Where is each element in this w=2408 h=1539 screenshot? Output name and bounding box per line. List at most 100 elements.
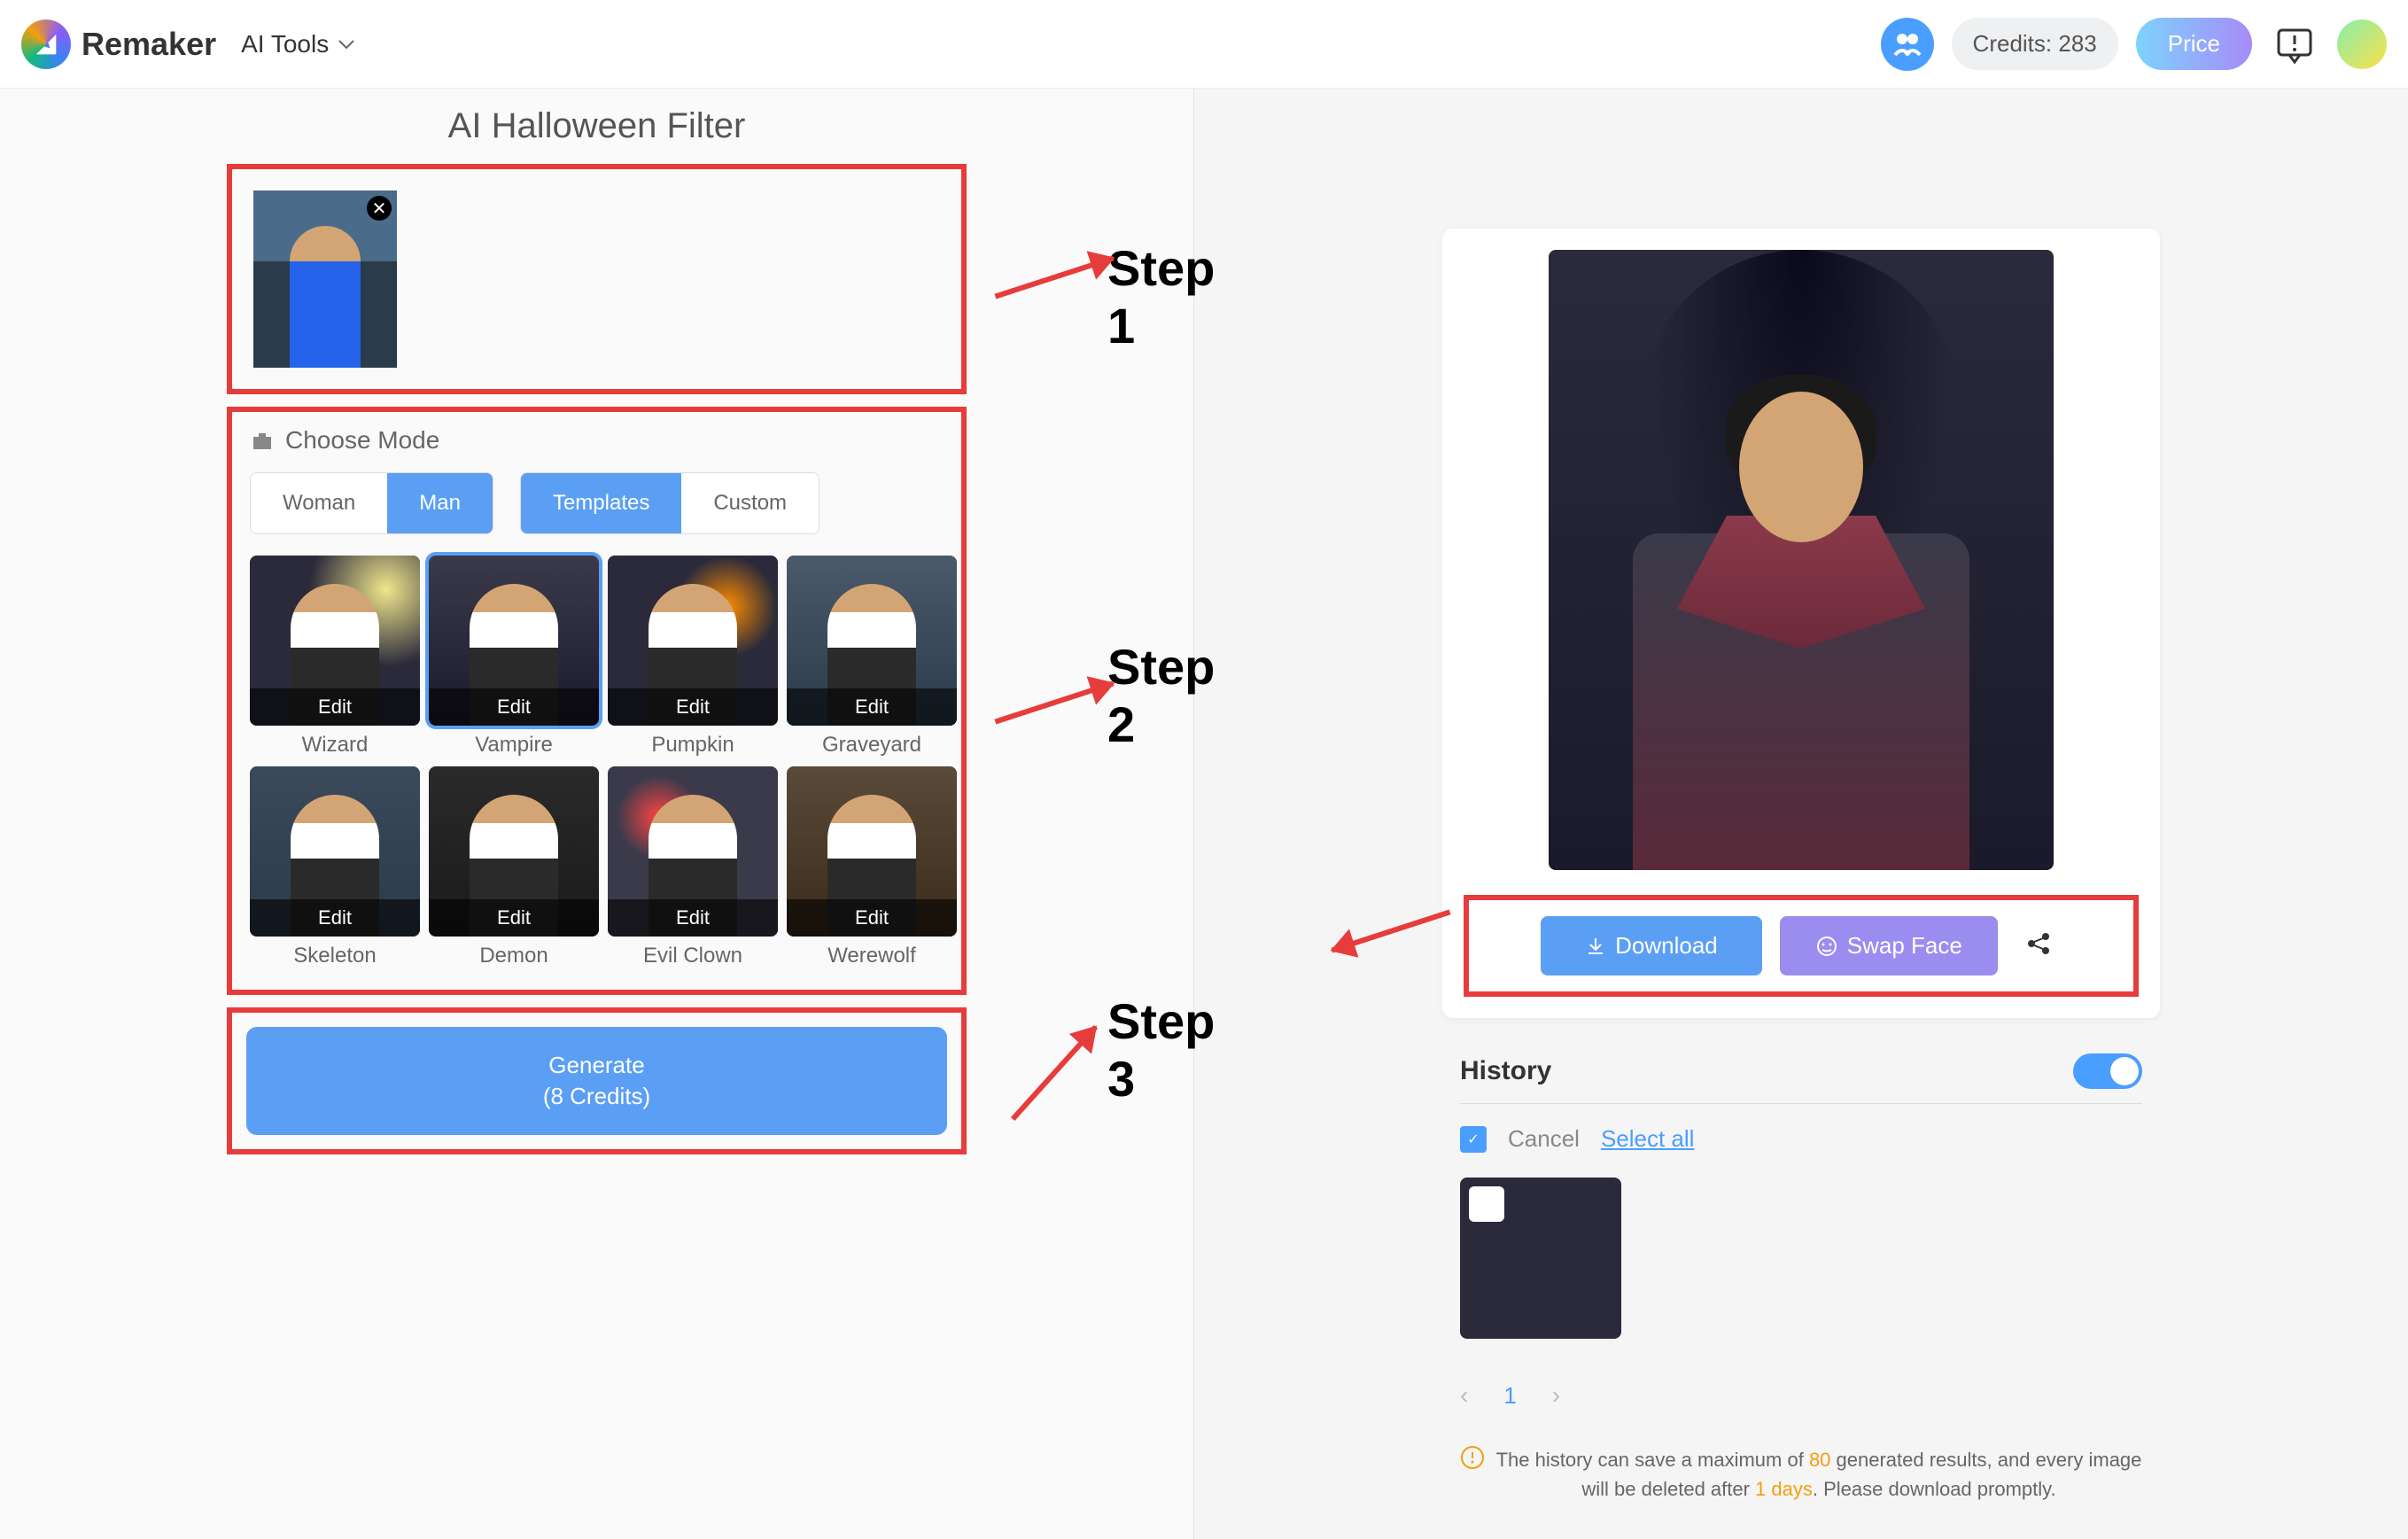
step-2-label: Step 2 xyxy=(1107,638,1215,753)
right-panel: Download Swap Face History ✓ Cancel Sele… xyxy=(1194,89,2408,1539)
template-thumb[interactable]: Edit xyxy=(787,556,957,726)
history-note: The history can save a maximum of 80 gen… xyxy=(1460,1445,2142,1504)
next-page-button[interactable]: › xyxy=(1552,1381,1560,1410)
source-tabs: Templates Custom xyxy=(520,472,819,534)
result-image[interactable] xyxy=(1549,250,2054,870)
pagination: ‹ 1 › xyxy=(1460,1381,2142,1410)
arrow-icon xyxy=(994,681,1114,725)
generate-box: Generate (8 Credits) xyxy=(232,1013,961,1149)
template-label: Demon xyxy=(479,944,548,968)
page-number[interactable]: 1 xyxy=(1503,1382,1516,1410)
tab-woman[interactable]: Woman xyxy=(251,473,387,533)
brand-name: Remaker xyxy=(82,26,216,63)
history-toggle[interactable] xyxy=(2073,1053,2142,1089)
step-1-label: Step 1 xyxy=(1107,239,1215,354)
template-label: Vampire xyxy=(475,733,553,758)
ai-tools-label: AI Tools xyxy=(241,30,329,58)
user-avatar[interactable] xyxy=(2337,19,2387,69)
swap-face-button[interactable]: Swap Face xyxy=(1780,916,1998,975)
template-thumb[interactable]: Edit xyxy=(608,556,778,726)
edit-badge[interactable]: Edit xyxy=(429,688,599,726)
select-all-link[interactable]: Select all xyxy=(1601,1125,1695,1153)
generate-label: Generate xyxy=(548,1052,644,1079)
item-checkbox[interactable] xyxy=(1469,1186,1504,1222)
upload-area[interactable]: ✕ xyxy=(232,169,961,389)
history-item[interactable] xyxy=(1460,1178,1621,1339)
choose-mode-label: Choose Mode xyxy=(285,426,439,455)
toolbox-icon xyxy=(250,428,275,453)
tab-man[interactable]: Man xyxy=(387,473,493,533)
note-highlight: 1 days xyxy=(1755,1478,1813,1500)
uploaded-photo-thumb[interactable]: ✕ xyxy=(253,190,397,368)
arrow-icon xyxy=(994,256,1114,299)
edit-badge[interactable]: Edit xyxy=(787,688,957,726)
cancel-link[interactable]: Cancel xyxy=(1508,1125,1580,1153)
download-label: Download xyxy=(1615,932,1718,960)
mode-annotation-box: Choose Mode Woman Man Templates Custom E… xyxy=(227,407,967,995)
face-swap-icon xyxy=(1815,935,1838,958)
edit-badge[interactable]: Edit xyxy=(787,899,957,937)
community-button[interactable] xyxy=(1881,18,1934,71)
mode-section: Choose Mode Woman Man Templates Custom E… xyxy=(232,412,961,990)
template-thumb[interactable]: Edit xyxy=(787,766,957,937)
history-header: History xyxy=(1460,1053,2142,1104)
template-label: Skeleton xyxy=(293,944,376,968)
edit-badge[interactable]: Edit xyxy=(250,899,420,937)
arrow-icon xyxy=(1011,1025,1098,1121)
warning-icon xyxy=(1460,1445,1485,1470)
share-icon xyxy=(2024,929,2053,958)
template-thumb[interactable]: Edit xyxy=(429,766,599,937)
credits-label: Credits: xyxy=(1973,30,2053,57)
gender-tabs: Woman Man xyxy=(250,472,493,534)
share-button[interactable] xyxy=(2016,921,2062,971)
price-button[interactable]: Price xyxy=(2136,18,2252,70)
people-icon xyxy=(1891,28,1923,60)
select-checkbox[interactable]: ✓ xyxy=(1460,1126,1487,1153)
template-label: Pumpkin xyxy=(651,733,734,758)
chat-alert-icon xyxy=(2273,23,2316,66)
tab-templates[interactable]: Templates xyxy=(521,473,681,533)
template-thumb[interactable]: Edit xyxy=(429,556,599,726)
template-thumb[interactable]: Edit xyxy=(250,766,420,937)
swap-label: Swap Face xyxy=(1847,932,1962,960)
remove-photo-button[interactable]: ✕ xyxy=(367,196,392,221)
template-label: Werewolf xyxy=(827,944,916,968)
template-item-demon: Edit Demon xyxy=(429,766,599,968)
template-item-wizard: Edit Wizard xyxy=(250,556,420,758)
mode-header: Choose Mode xyxy=(250,426,944,455)
credits-value: 283 xyxy=(2058,30,2096,57)
generate-button[interactable]: Generate (8 Credits) xyxy=(246,1027,947,1135)
feedback-button[interactable] xyxy=(2270,19,2319,69)
template-item-graveyard: Edit Graveyard xyxy=(787,556,957,758)
template-item-skeleton: Edit Skeleton xyxy=(250,766,420,968)
template-thumb[interactable]: Edit xyxy=(250,556,420,726)
brand-logo-icon xyxy=(21,19,71,69)
tab-custom[interactable]: Custom xyxy=(681,473,819,533)
left-panel: AI Halloween Filter ✕ Choose Mode Woman xyxy=(0,89,1194,1539)
credits-display: Credits: 283 xyxy=(1952,18,2118,70)
edit-badge[interactable]: Edit xyxy=(250,688,420,726)
note-text: . Please download promptly. xyxy=(1813,1478,2056,1500)
app-header: Remaker AI Tools Credits: 283 Price xyxy=(0,0,2408,89)
page-title: AI Halloween Filter xyxy=(0,106,1193,146)
note-highlight: 80 xyxy=(1809,1449,1830,1471)
brand-wrap: Remaker xyxy=(21,19,216,69)
main-content: AI Halloween Filter ✕ Choose Mode Woman xyxy=(0,89,2408,1539)
template-item-werewolf: Edit Werewolf xyxy=(787,766,957,968)
template-item-clown: Edit Evil Clown xyxy=(608,766,778,968)
template-label: Graveyard xyxy=(822,733,921,758)
generate-annotation-box: Generate (8 Credits) xyxy=(227,1007,967,1154)
result-card: Download Swap Face xyxy=(1442,229,2160,1018)
note-text: The history can save a maximum of xyxy=(1496,1449,1809,1471)
edit-badge[interactable]: Edit xyxy=(429,899,599,937)
step-3-label: Step 3 xyxy=(1107,992,1215,1108)
download-button[interactable]: Download xyxy=(1541,916,1762,975)
history-actions: ✓ Cancel Select all xyxy=(1460,1125,2142,1153)
edit-badge[interactable]: Edit xyxy=(608,688,778,726)
template-thumb[interactable]: Edit xyxy=(608,766,778,937)
template-item-pumpkin: Edit Pumpkin xyxy=(608,556,778,758)
ai-tools-dropdown[interactable]: AI Tools xyxy=(241,30,355,58)
prev-page-button[interactable]: ‹ xyxy=(1460,1381,1468,1410)
chevron-down-icon xyxy=(338,39,355,50)
edit-badge[interactable]: Edit xyxy=(608,899,778,937)
